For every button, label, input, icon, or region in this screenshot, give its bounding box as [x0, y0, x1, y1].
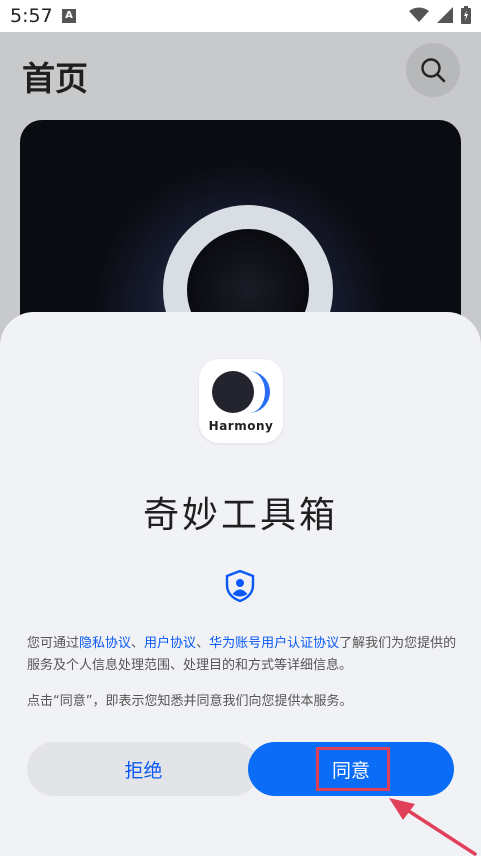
- privacy-agreement-link[interactable]: 隐私协议: [79, 636, 131, 651]
- app-logo: Harmony: [199, 359, 283, 443]
- wifi-icon: [409, 7, 429, 22]
- system-icons: [409, 6, 471, 24]
- policy-text: 您可通过隐私协议、用户协议、华为账号用户认证协议了解我们为您提供的服务及个人信息…: [27, 633, 457, 677]
- user-agreement-link[interactable]: 用户协议: [144, 636, 196, 651]
- annotation-highlight-box: [316, 747, 390, 791]
- huawei-auth-agreement-link[interactable]: 华为账号用户认证协议: [209, 636, 339, 651]
- status-bar: 5:57 A: [0, 0, 481, 32]
- search-icon: [421, 58, 446, 83]
- battery-icon: [461, 6, 471, 24]
- reject-button[interactable]: 拒绝: [27, 742, 260, 796]
- page-title: 首页: [22, 59, 88, 98]
- consent-dialog: Harmony 奇妙工具箱 您可通过隐私协议、用户协议、华为账号用户认证协议了解…: [0, 312, 481, 856]
- status-time: 5:57: [10, 5, 53, 27]
- policy-prefix: 您可通过: [27, 636, 80, 651]
- signal-icon: [437, 7, 453, 23]
- logo-text: Harmony: [208, 419, 274, 433]
- policy-sep: 、: [131, 636, 145, 651]
- accessibility-a-icon: A: [62, 9, 76, 23]
- app-name: 奇妙工具箱: [142, 495, 338, 536]
- consent-notice: 点击“同意”，即表示您知悉并同意我们向您提供本服务。: [27, 694, 353, 709]
- privacy-shield-icon: [225, 570, 255, 602]
- annotation-arrow-icon: [389, 798, 477, 856]
- search-button[interactable]: [406, 43, 460, 97]
- policy-sep: 、: [196, 636, 210, 651]
